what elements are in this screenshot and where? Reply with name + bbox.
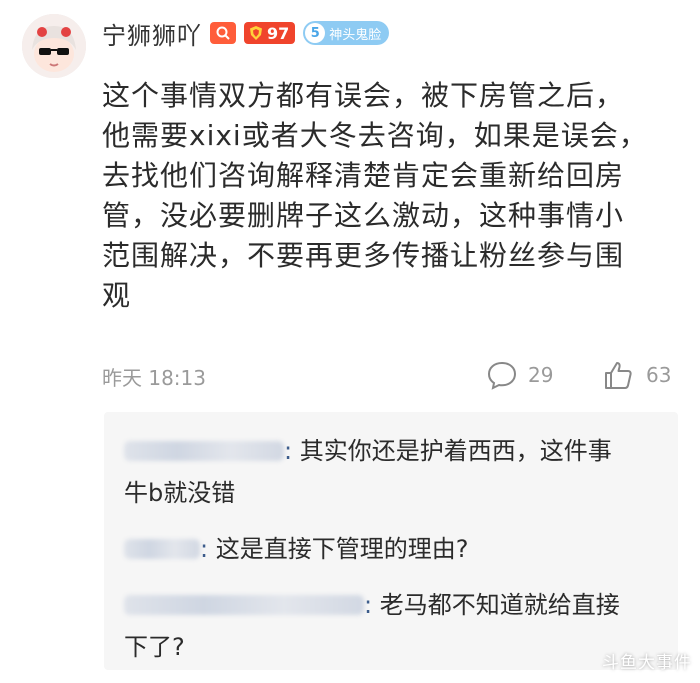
reply-button[interactable]: 29 (486, 360, 553, 390)
reply-list: : 其实你还是护着西西，这件事 牛b就没错 : 这是直接下管理的理由? : 老马… (104, 412, 678, 670)
fan-badge-level: 5 (305, 23, 326, 43)
comment-bubble-icon (487, 361, 517, 390)
shield-icon (250, 26, 262, 40)
reply-colon: : (364, 591, 373, 619)
search-badge-icon (210, 22, 236, 44)
watermark: 斗鱼大事件 (602, 653, 692, 673)
avatar[interactable] (22, 14, 86, 78)
reply-text: 这是直接下管理的理由? (215, 535, 469, 563)
thumbs-up-icon (605, 362, 632, 389)
comment-line: 管，没必要删牌子这么激动，这种事情小 (102, 199, 625, 232)
reply-text: 老马都不知道就给直接 (379, 591, 620, 619)
reply-text: 其实你还是护着西西，这件事 (299, 437, 612, 465)
reply-text: 牛b就没错 (124, 479, 236, 507)
like-button[interactable]: 63 (602, 360, 671, 390)
reply-item[interactable]: : 老马都不知道就给直接 下了? (124, 584, 664, 668)
like-count: 63 (646, 363, 672, 387)
reply-colon: : (200, 535, 209, 563)
comment-line: 观 (102, 279, 132, 312)
comment-text: 这个事情双方都有误会，被下房管之后， 他需要xixi或者大冬去咨询，如果是误会，… (102, 76, 672, 316)
comment-line: 范围解决，不要再更多传播让粉丝参与围 (102, 239, 625, 272)
reply-text: 下了? (124, 633, 185, 661)
reply-item[interactable]: : 其实你还是护着西西，这件事 牛b就没错 (124, 430, 664, 514)
blurred-username (124, 441, 284, 461)
fan-badge-name: 神头鬼脸 (329, 27, 382, 43)
avatar-illustration (22, 14, 86, 78)
reply-count: 29 (528, 363, 554, 387)
comment-line: 去找他们咨询解释清楚肯定会重新给回房 (102, 159, 625, 192)
blurred-username (124, 539, 200, 559)
comment-header: 宁狮狮吖 97 5 神头鬼脸 (102, 16, 390, 51)
comment-line: 他需要xixi或者大冬去咨询，如果是误会， (102, 119, 648, 152)
level-badge: 97 (244, 22, 296, 44)
blurred-username (124, 595, 364, 615)
comment-line: 这个事情双方都有误会，被下房管之后， (102, 79, 625, 112)
reply-item[interactable]: : 这是直接下管理的理由? (124, 528, 664, 570)
level-number: 97 (267, 23, 290, 43)
fan-badge[interactable]: 5 神头鬼脸 (303, 21, 390, 45)
comment-time: 昨天 18:13 (102, 366, 206, 390)
reply-colon: : (284, 437, 293, 465)
comment-meta: 昨天 18:13 29 63 (102, 360, 680, 390)
username[interactable]: 宁狮狮吖 (102, 16, 202, 51)
